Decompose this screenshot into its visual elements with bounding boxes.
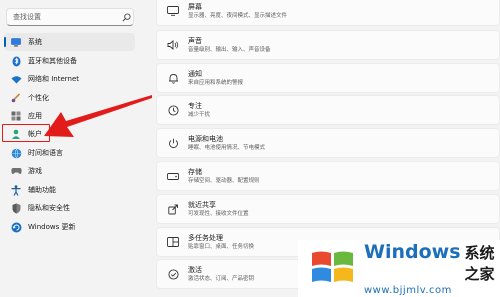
card-title: 就近共享 xyxy=(188,200,216,209)
card-title: 多任务处理 xyxy=(188,233,223,242)
sidebar-item-time-language[interactable]: 时间和语言 xyxy=(4,144,135,162)
globe-clock-icon xyxy=(10,147,22,159)
card-subtitle: 激活状态、订阅、产品密钥 xyxy=(188,275,255,282)
sidebar-item-gaming[interactable]: 游戏 xyxy=(4,162,135,180)
gamepad-icon xyxy=(10,165,22,177)
sidebar-item-label: 游戏 xyxy=(28,167,42,175)
focus-icon xyxy=(167,104,179,116)
speaker-icon xyxy=(167,39,179,51)
sidebar-item-label: 辅助功能 xyxy=(28,186,56,194)
card-title: 激活 xyxy=(188,265,202,274)
card-subtitle: 显示器、亮度、夜间模式、显示描述文件 xyxy=(188,12,288,19)
sidebar-item-apps[interactable]: 应用 xyxy=(4,107,135,125)
card-subtitle: 存储空间、驱动器、配置规则 xyxy=(188,177,260,184)
card-title: 声音 xyxy=(188,36,202,45)
watermark-brand: Windows xyxy=(364,241,461,263)
sidebar-item-label: 应用 xyxy=(28,112,42,120)
search-box[interactable]: 查找设置 xyxy=(6,8,134,26)
bell-icon xyxy=(167,72,179,84)
sidebar-item-label: 时间和语言 xyxy=(28,149,63,157)
display-icon xyxy=(167,5,179,17)
sidebar-item-windows-update[interactable]: Windows 更新 xyxy=(4,218,135,236)
sidebar-item-accessibility[interactable]: 辅助功能 xyxy=(4,181,135,199)
sidebar-item-bluetooth[interactable]: 蓝牙和其他设备 xyxy=(4,52,135,70)
settings-card-notifications[interactable]: 通知 来自应用和系统的警报 xyxy=(156,63,500,93)
active-indicator xyxy=(4,37,6,47)
nearby-share-icon xyxy=(167,203,179,215)
card-subtitle: 贴靠窗口、桌面、任务切换 xyxy=(188,243,255,250)
card-subtitle: 来自应用和系统的警报 xyxy=(188,79,244,86)
search-icon[interactable] xyxy=(119,10,133,24)
sidebar-item-system[interactable]: 系统 xyxy=(4,33,135,51)
multitask-icon xyxy=(167,236,179,248)
settings-card-storage[interactable]: 存储 存储空间、驱动器、配置规则 xyxy=(156,161,500,191)
settings-card-power[interactable]: 电源和电池 睡眠、电池使用情况、节电模式 xyxy=(156,128,500,158)
card-subtitle: 可发现性、接收文件位置 xyxy=(188,210,249,217)
shield-icon xyxy=(10,202,22,214)
monitor-icon xyxy=(10,36,22,48)
sidebar-item-label: 系统 xyxy=(28,38,42,46)
card-title: 屏幕 xyxy=(188,2,202,11)
watermark-cn: 系统之家 xyxy=(464,244,495,283)
brush-icon xyxy=(10,92,22,104)
card-title: 电源和电池 xyxy=(188,134,223,143)
card-subtitle: 音量级别、输出、输入、声音设备 xyxy=(188,46,271,53)
sidebar-item-personalization[interactable]: 个性化 xyxy=(4,89,135,107)
wifi-icon xyxy=(10,73,22,85)
card-title: 专注 xyxy=(188,101,202,110)
settings-card-sound[interactable]: 声音 音量级别、输出、输入、声音设备 xyxy=(156,30,500,60)
sidebar-item-label: 个性化 xyxy=(28,94,49,102)
apps-icon xyxy=(10,110,22,122)
sidebar-item-label: 网络和 Internet xyxy=(28,75,80,83)
activation-icon xyxy=(167,268,179,280)
card-subtitle: 睡眠、电池使用情况、节电模式 xyxy=(188,144,266,151)
sidebar-item-network[interactable]: 网络和 Internet xyxy=(4,70,135,88)
card-title: 通知 xyxy=(188,69,202,78)
settings-card-nearby-share[interactable]: 就近共享 可发现性、接收文件位置 xyxy=(156,194,500,224)
sidebar-item-label: Windows 更新 xyxy=(28,223,76,231)
watermark: Windows 系统之家 www.bjjmlv.com xyxy=(298,240,500,297)
storage-icon xyxy=(167,170,179,182)
sidebar-item-label: 隐私和安全性 xyxy=(28,204,70,212)
settings-card-focus[interactable]: 专注 减少干扰 xyxy=(156,95,500,125)
sidebar-item-privacy[interactable]: 隐私和安全性 xyxy=(4,199,135,217)
power-icon xyxy=(167,137,179,149)
bluetooth-icon xyxy=(10,55,22,67)
windows-logo-icon xyxy=(310,247,356,291)
update-icon xyxy=(10,221,22,233)
search-input[interactable]: 查找设置 xyxy=(13,12,119,22)
accounts-highlight-box xyxy=(2,124,50,142)
card-title: 存储 xyxy=(188,167,202,176)
settings-card-display[interactable]: 屏幕 显示器、亮度、夜间模式、显示描述文件 xyxy=(156,0,500,26)
watermark-url: www.bjjmlv.com xyxy=(364,285,452,296)
sidebar: 查找设置 系统 蓝牙和其他设备 网络和 Internet 个性化 应用 帐户 时… xyxy=(0,0,150,297)
sidebar-item-label: 蓝牙和其他设备 xyxy=(28,57,77,65)
card-subtitle: 减少干扰 xyxy=(188,111,211,118)
accessibility-icon xyxy=(10,184,22,196)
